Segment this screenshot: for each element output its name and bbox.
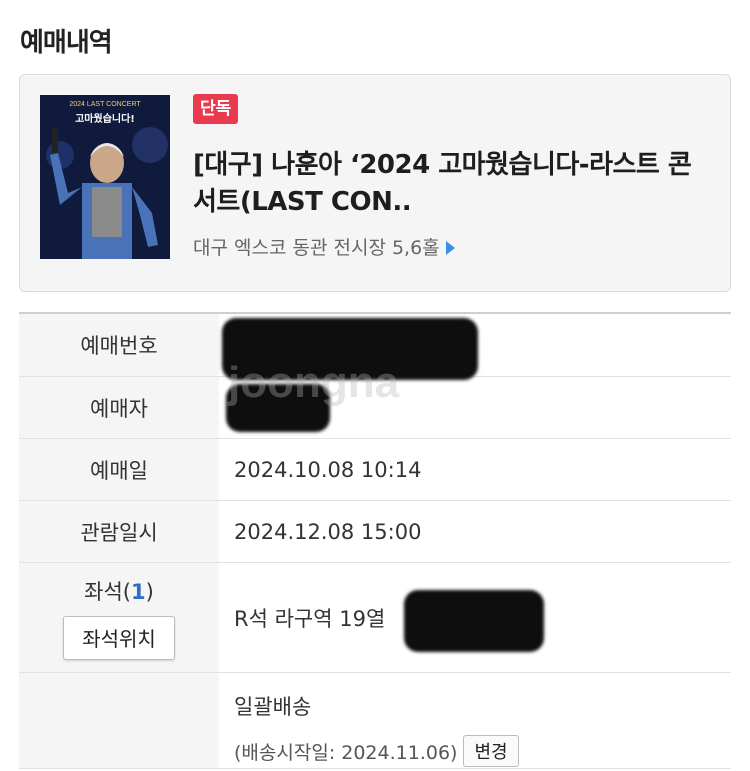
page-title: 예매내역 — [20, 28, 113, 58]
seat-label: 좌석 — [84, 579, 123, 604]
delivery-method: 일괄배송 — [234, 695, 312, 719]
redaction-mark — [404, 590, 544, 652]
redaction-mark — [222, 318, 478, 380]
delivery-info: 일괄배송 (배송시작일: 2024.11.06) 변경 — [219, 673, 731, 768]
poster-title: 고마웠습니다! — [75, 114, 135, 125]
viewing-date-row: 관람일시 2024.12.08 15:00 — [19, 501, 731, 563]
delivery-label — [19, 673, 219, 768]
booking-details-table: 예매번호 Y9233869487 예매자 홍소영 예매일 2024.10.08 … — [19, 312, 731, 769]
venue-link[interactable]: 대구 엑스코 동관 전시장 5,6홀 — [193, 233, 455, 260]
seat-label-group: 좌석(1) — [84, 579, 154, 604]
exclusive-badge: 단독 — [193, 94, 239, 124]
delivery-start-date: (배송시작일: 2024.11.06) — [234, 741, 458, 764]
chevron-right-icon — [445, 240, 455, 255]
seat-location-button[interactable]: 좌석위치 — [63, 615, 175, 660]
booking-date-row: 예매일 2024.10.08 10:14 — [19, 439, 731, 501]
seat-header: 좌석(1) 좌석위치 — [19, 563, 219, 672]
change-button[interactable]: 변경 — [463, 735, 519, 767]
event-title[interactable]: [대구] 나훈아 ‘2024 고마웠습니다-라스트 콘서트(LAST CON.. — [193, 147, 713, 221]
poster-caption: 2024 LAST CONCERT — [69, 101, 141, 108]
redaction-mark — [226, 384, 330, 432]
seat-count: 1 — [131, 579, 146, 604]
event-poster[interactable]: 2024 LAST CONCERT 고마웠습니다! — [40, 95, 170, 259]
delivery-start-line: (배송시작일: 2024.11.06) 변경 — [234, 735, 519, 767]
booker-row: 예매자 홍소영 — [19, 377, 731, 439]
booking-number-label: 예매번호 — [19, 314, 219, 376]
event-card[interactable]: 2024 LAST CONCERT 고마웠습니다! 단독 [대구] 나훈아 ‘2… — [19, 74, 731, 292]
booker-label: 예매자 — [19, 377, 219, 438]
viewing-date-label: 관람일시 — [19, 501, 219, 562]
delivery-row: 일괄배송 (배송시작일: 2024.11.06) 변경 — [19, 673, 731, 769]
booking-date-value: 2024.10.08 10:14 — [234, 457, 422, 482]
seat-row: 좌석(1) 좌석위치 R석 라구역 19열 — [19, 563, 731, 673]
venue-label: 대구 엑스코 동관 전시장 5,6홀 — [193, 237, 440, 259]
booking-date-label: 예매일 — [19, 439, 219, 500]
viewing-date-value: 2024.12.08 15:00 — [234, 519, 422, 544]
